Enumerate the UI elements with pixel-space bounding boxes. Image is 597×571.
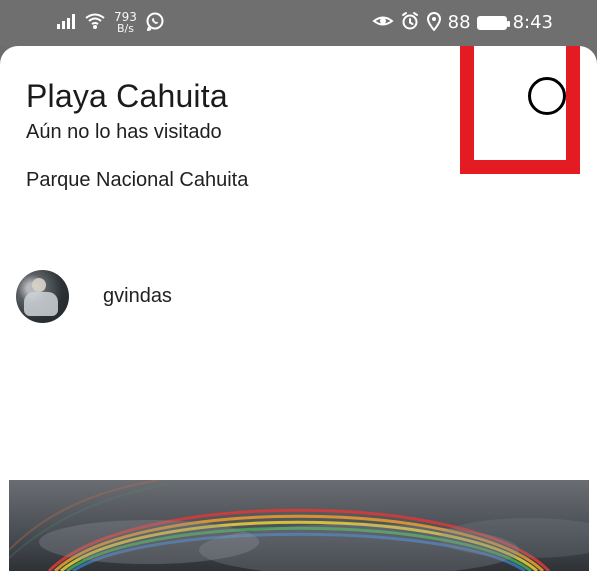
- photo-rainbow-graphic: [9, 480, 589, 571]
- highlight-box: [460, 46, 580, 174]
- clock: 8:43: [512, 12, 553, 33]
- park-name: Parque Nacional Cahuita: [26, 169, 249, 191]
- avatar[interactable]: [16, 270, 69, 323]
- status-left: 793 B/s: [56, 8, 165, 38]
- network-speed-unit: B/s: [116, 22, 134, 35]
- status-right: 88 8:43: [372, 8, 553, 38]
- network-speed: 793 B/s: [114, 11, 137, 35]
- alarm-icon: [400, 11, 420, 36]
- visit-status: Aún no lo has visitado: [26, 121, 222, 143]
- visited-toggle-button[interactable]: [528, 77, 566, 115]
- place-title: Playa Cahuita: [26, 78, 228, 114]
- signal-icon: [56, 12, 76, 35]
- wifi-icon: [84, 12, 106, 35]
- battery-percent: 88: [447, 12, 471, 33]
- eye-icon: [372, 12, 394, 35]
- status-bar: 793 B/s 88 8:43: [0, 0, 597, 46]
- place-photo[interactable]: [9, 480, 589, 571]
- author-row[interactable]: gvindas: [16, 270, 172, 323]
- author-username[interactable]: gvindas: [103, 285, 172, 308]
- whatsapp-icon: [145, 11, 165, 36]
- place-detail-card: Playa Cahuita Aún no lo has visitado Par…: [0, 46, 597, 571]
- location-icon: [426, 11, 442, 36]
- battery-icon: [476, 16, 510, 30]
